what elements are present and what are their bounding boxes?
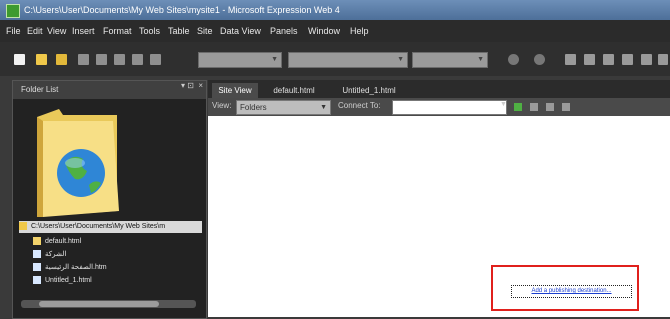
menu-insert[interactable]: Insert xyxy=(72,26,95,36)
align-center-icon[interactable] xyxy=(641,54,652,65)
new-page-icon[interactable] xyxy=(14,54,25,65)
html-file-icon xyxy=(33,263,41,272)
view-label: View: xyxy=(212,101,232,110)
menu-site[interactable]: Site xyxy=(197,26,213,36)
menu-bar: File Edit View Insert Format Tools Table… xyxy=(0,20,670,42)
tree-item-file[interactable]: default.html xyxy=(33,236,81,248)
connect-to-label: Connect To: xyxy=(338,101,381,110)
chevron-down-icon: ▼ xyxy=(320,104,327,111)
menu-help[interactable]: Help xyxy=(350,26,369,36)
menu-edit[interactable]: Edit xyxy=(27,26,43,36)
menu-table[interactable]: Table xyxy=(168,26,190,36)
settings-icon[interactable] xyxy=(562,103,570,111)
tree-item-file[interactable]: الصفحة الرئيسية.htm xyxy=(33,262,107,274)
title-bar: C:\Users\User\Documents\My Web Sites\mys… xyxy=(0,0,670,20)
preview-icon[interactable] xyxy=(114,54,125,65)
size-combo[interactable]: ▼ xyxy=(412,52,488,68)
folder-list-title: Folder List xyxy=(13,81,206,99)
italic-icon[interactable] xyxy=(584,54,595,65)
window-title: C:\Users\User\Documents\My Web Sites\mys… xyxy=(24,5,340,15)
common-toolbar: ▼ ▼ ▼ xyxy=(0,42,670,76)
close-icon[interactable]: × xyxy=(198,81,203,90)
folder-icon xyxy=(19,222,27,231)
menu-data-view[interactable]: Data View xyxy=(220,26,261,36)
chevron-down-icon: ▼ xyxy=(477,56,484,63)
align-right-icon[interactable] xyxy=(658,54,668,65)
menu-file[interactable]: File xyxy=(6,26,21,36)
html-file-icon xyxy=(33,276,41,285)
chevron-down-icon: ▼ xyxy=(271,56,278,63)
font-combo[interactable]: ▼ xyxy=(288,52,408,68)
menu-window[interactable]: Window xyxy=(308,26,340,36)
chevron-down-icon: ▼ xyxy=(397,56,404,63)
refresh-icon[interactable] xyxy=(546,103,554,111)
html-file-icon xyxy=(33,250,41,259)
format-icon[interactable] xyxy=(132,54,143,65)
open-site-icon[interactable] xyxy=(56,54,67,65)
connect-icon[interactable] xyxy=(514,103,522,111)
publish-icon[interactable] xyxy=(530,103,538,111)
editing-window: Site View default.html Untitled_1.html V… xyxy=(208,80,670,317)
folder-list-panel: Folder List ▾ ⊡ × C:\Users\User\Document… xyxy=(12,80,207,319)
open-folder-icon[interactable] xyxy=(36,54,47,65)
style-combo[interactable]: ▼ xyxy=(198,52,282,68)
horizontal-scrollbar[interactable] xyxy=(21,300,196,308)
print-icon[interactable] xyxy=(96,54,107,65)
bold-icon[interactable] xyxy=(565,54,576,65)
view-select[interactable]: Folders ▼ xyxy=(236,100,331,115)
align-left-icon[interactable] xyxy=(622,54,633,65)
menu-tools[interactable]: Tools xyxy=(139,26,160,36)
undo-icon[interactable] xyxy=(508,54,519,65)
chevron-down-icon[interactable]: ▼ xyxy=(500,101,508,109)
redo-icon[interactable] xyxy=(534,54,545,65)
menu-format[interactable]: Format xyxy=(103,26,132,36)
tab-default-html[interactable]: default.html xyxy=(262,83,326,98)
panel-menu-icon[interactable]: ▾ ⊡ xyxy=(181,81,194,90)
html-file-icon xyxy=(33,237,41,246)
underline-icon[interactable] xyxy=(603,54,614,65)
save-icon[interactable] xyxy=(78,54,89,65)
tab-site-view[interactable]: Site View xyxy=(212,83,258,98)
scrollbar-thumb[interactable] xyxy=(39,301,159,307)
connect-to-input[interactable] xyxy=(392,100,507,115)
site-view-bar: View: Folders ▼ Connect To: ▼ xyxy=(208,98,670,116)
tree-item-site-root[interactable]: C:\Users\User\Documents\My Web Sites\m xyxy=(19,221,202,233)
insert-icon[interactable] xyxy=(150,54,161,65)
add-publishing-destination-link[interactable]: Add a publishing destination... xyxy=(511,285,632,298)
menu-view[interactable]: View xyxy=(47,26,66,36)
expression-web-icon xyxy=(6,4,20,18)
document-tabs: Site View default.html Untitled_1.html xyxy=(208,80,670,98)
tree-item-file[interactable]: Untitled_1.html xyxy=(33,275,92,287)
website-folder-icon xyxy=(37,109,119,217)
tab-untitled-1[interactable]: Untitled_1.html xyxy=(332,83,406,98)
menu-panels[interactable]: Panels xyxy=(270,26,298,36)
tree-item-file[interactable]: الشركة xyxy=(33,249,66,261)
